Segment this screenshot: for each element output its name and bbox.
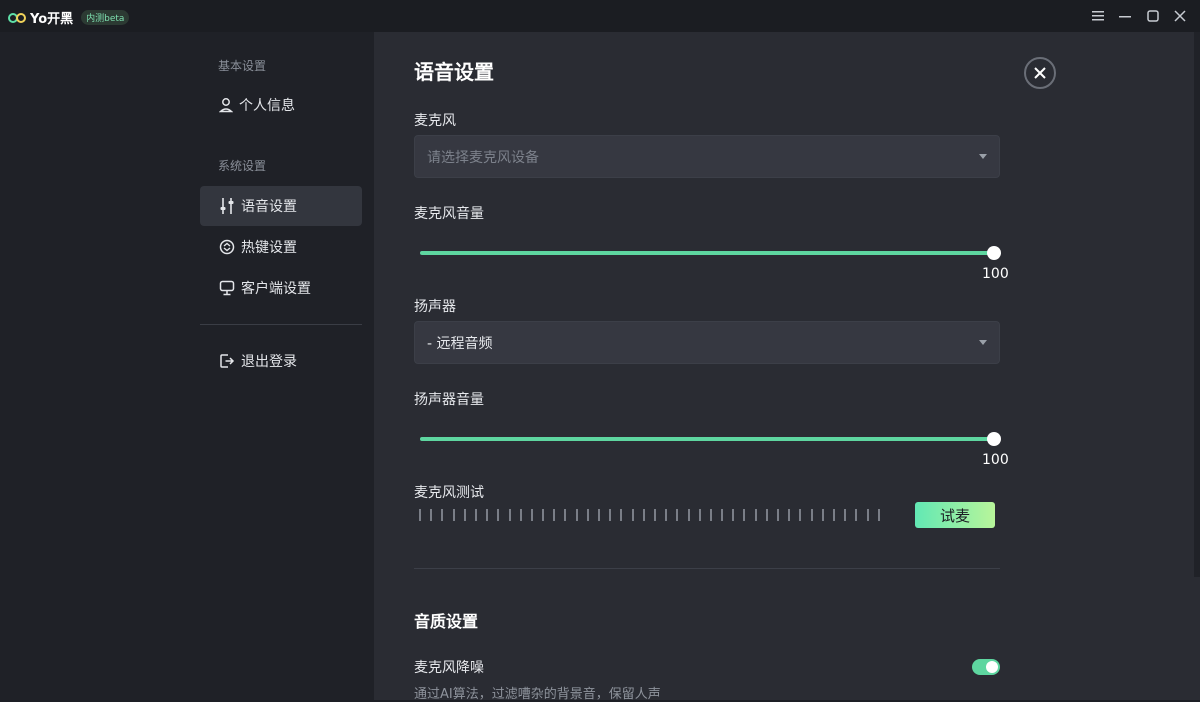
speaker-select[interactable]: - 远程音频 xyxy=(414,321,1000,364)
noise-reduction-description: 通过AI算法，过滤嘈杂的背景音，保留人声 xyxy=(414,687,661,702)
sliders-icon xyxy=(220,198,234,214)
page-title: 语音设置 xyxy=(414,60,494,84)
monitor-icon xyxy=(219,280,235,296)
menu-icon[interactable] xyxy=(1089,7,1107,25)
speaker-label: 扬声器 xyxy=(414,299,456,315)
microphone-select[interactable]: 请选择麦克风设备 xyxy=(414,135,1000,178)
sidebar-divider xyxy=(200,324,362,325)
chevron-down-icon xyxy=(979,340,987,345)
mic-level-meter xyxy=(419,509,880,521)
microphone-placeholder: 请选择麦克风设备 xyxy=(427,149,539,166)
sidebar-item-label: 个人信息 xyxy=(239,98,295,114)
mic-volume-label: 麦克风音量 xyxy=(414,206,484,222)
sidebar-item-label: 退出登录 xyxy=(241,354,297,370)
test-mic-button[interactable]: 试麦 xyxy=(915,502,995,528)
quality-section-title: 音质设置 xyxy=(414,612,479,631)
close-settings-button[interactable] xyxy=(1024,57,1056,89)
mic-test-label: 麦克风测试 xyxy=(414,485,484,501)
speaker-volume-value: 100 xyxy=(982,452,1009,468)
logout-button[interactable]: 退出登录 xyxy=(200,341,362,381)
close-icon xyxy=(1034,67,1046,79)
sidebar-item-label: 热键设置 xyxy=(241,240,297,256)
app-name: Yo开黑 xyxy=(30,12,74,27)
sidebar-item-personal-info[interactable]: 个人信息 xyxy=(200,85,362,125)
close-window-icon[interactable] xyxy=(1171,7,1189,25)
sidebar-item-label: 客户端设置 xyxy=(241,281,311,297)
sidebar-item-voice-settings[interactable]: 语音设置 xyxy=(200,186,362,226)
chevron-down-icon xyxy=(979,154,987,159)
speaker-volume-label: 扬声器音量 xyxy=(414,392,484,408)
sidebar-item-label: 语音设置 xyxy=(241,199,297,215)
logo-icon xyxy=(8,12,26,23)
hotkey-icon xyxy=(219,239,235,255)
toggle-knob xyxy=(986,661,998,673)
sidebar-item-client-settings[interactable]: 客户端设置 xyxy=(200,268,362,308)
section-basic-settings: 基本设置 xyxy=(218,59,267,73)
logout-icon xyxy=(220,354,235,368)
speaker-volume-handle[interactable] xyxy=(987,432,1001,446)
beta-badge: 内测beta xyxy=(81,10,130,25)
mic-volume-slider[interactable] xyxy=(420,251,994,255)
mic-volume-value: 100 xyxy=(982,266,1009,282)
scrollbar[interactable] xyxy=(1194,32,1200,577)
microphone-label: 麦克风 xyxy=(414,113,456,129)
maximize-icon[interactable] xyxy=(1144,7,1162,25)
speaker-selected: - 远程音频 xyxy=(427,335,493,352)
mic-volume-handle[interactable] xyxy=(987,246,1001,260)
app-logo: Yo开黑 内测beta xyxy=(8,8,130,27)
noise-reduction-toggle[interactable] xyxy=(972,659,1000,675)
user-icon xyxy=(219,98,233,113)
section-divider xyxy=(414,568,1000,569)
noise-reduction-label: 麦克风降噪 xyxy=(414,660,484,676)
minimize-icon[interactable] xyxy=(1116,7,1134,25)
section-system-settings: 系统设置 xyxy=(218,159,267,173)
settings-panel xyxy=(374,32,1200,700)
sidebar-item-hotkey-settings[interactable]: 热键设置 xyxy=(200,227,362,267)
speaker-volume-slider[interactable] xyxy=(420,437,994,441)
title-bar: Yo开黑 内测beta xyxy=(0,0,1200,32)
